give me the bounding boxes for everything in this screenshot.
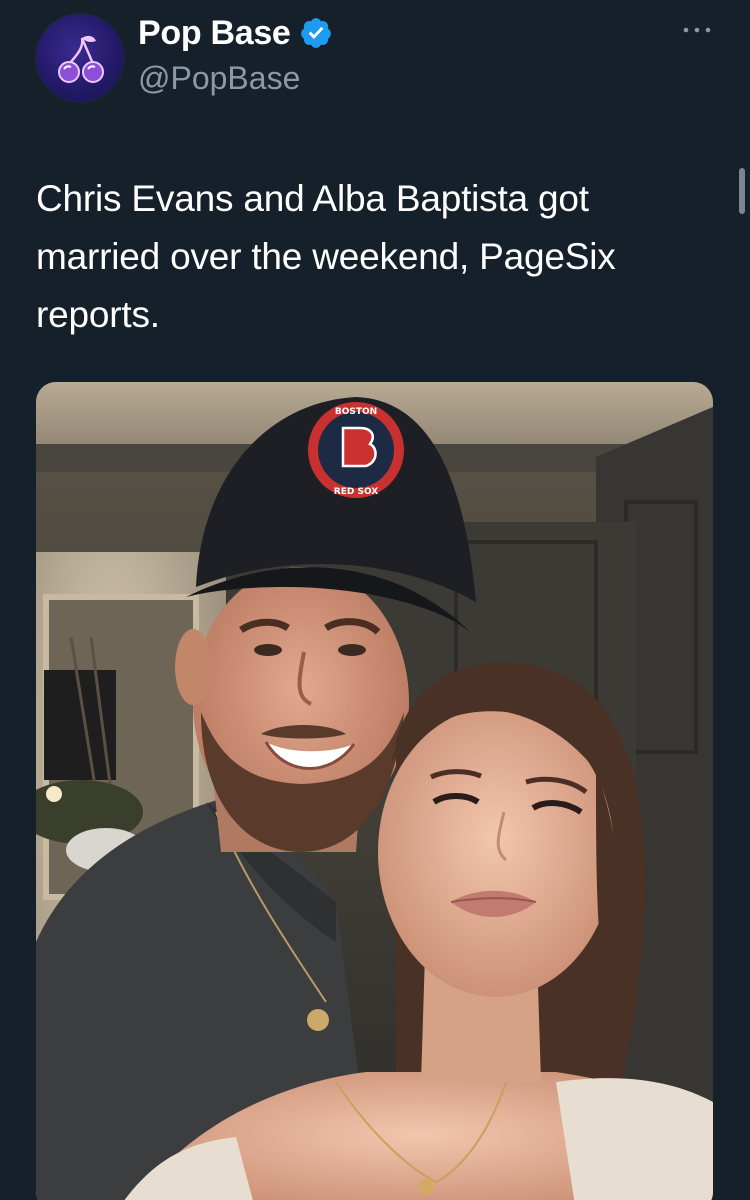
display-name[interactable]: Pop Base: [138, 14, 291, 53]
tweet-screen: Pop Base @PopBase Chris Evans and Alba B…: [0, 0, 750, 1200]
cap-text-bottom: RED SOX: [334, 487, 378, 497]
cherries-logo-icon: [58, 35, 104, 83]
author-handle[interactable]: @PopBase: [138, 60, 300, 97]
photo-selfie: BOSTON RED SOX: [36, 382, 713, 1200]
avatar[interactable]: [36, 14, 124, 102]
cap-text-top: BOSTON: [335, 407, 377, 417]
tweet-photo[interactable]: BOSTON RED SOX: [36, 382, 713, 1200]
author-name-row[interactable]: Pop Base: [138, 12, 333, 54]
scrollbar[interactable]: [739, 168, 745, 214]
tweet-text: Chris Evans and Alba Baptista got marrie…: [36, 178, 616, 335]
ellipsis-icon[interactable]: [680, 20, 714, 40]
verified-badge-icon: [300, 18, 331, 48]
